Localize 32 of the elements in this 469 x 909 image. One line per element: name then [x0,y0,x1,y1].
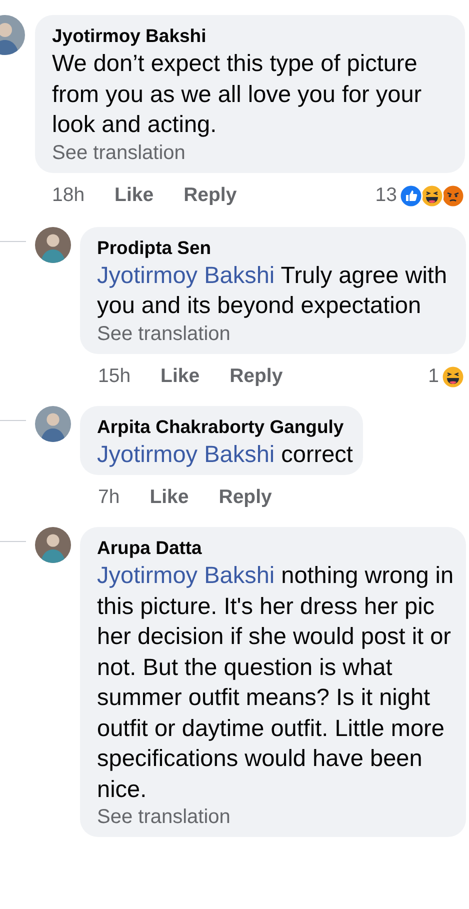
author-name[interactable]: Arpita Chakraborty Ganguly [97,414,353,438]
see-translation-link[interactable]: See translation [97,804,456,831]
comment-text: Jyotirmoy Bakshi Truly agree with you and its beyond expectation [97,260,448,320]
mention-link[interactable]: Jyotirmoy Bakshi [97,562,275,588]
author-name[interactable]: Arupa Datta [97,536,456,560]
timestamp: 15h [98,364,131,389]
comment-text: Jyotirmoy Bakshi correct [97,440,353,469]
like-button[interactable]: Like [114,180,154,210]
mention-link[interactable]: Jyotirmoy Bakshi [97,440,275,466]
avatar[interactable] [35,527,71,563]
like-button[interactable]: Like [150,483,189,513]
author-name[interactable]: Prodipta Sen [97,236,456,260]
mention-link[interactable]: Jyotirmoy Bakshi [97,262,275,288]
reply-button[interactable]: Reply [230,362,283,392]
avatar[interactable] [35,226,71,262]
thumbs-up-icon [399,184,423,208]
timestamp: 7h [98,485,120,510]
see-translation-link[interactable]: See translation [52,140,455,166]
like-button[interactable]: Like [160,362,200,392]
timestamp: 18h [52,182,85,208]
laughing-face-icon [441,364,465,388]
avatar[interactable] [35,406,71,442]
reaction-count[interactable]: 13 [375,180,397,210]
see-translation-link[interactable]: See translation [97,320,456,348]
reaction-count[interactable]: 1 [428,362,439,392]
comment-text: Jyotirmoy Bakshi nothing wrong in this picture. It's her dress her pic her decision if she would post it or not. But the question is what summer outfit means? Is it night outfit or daytime outfit. Little more specifications would have been nice. [97,561,455,804]
comment-text: We don’t expect this type of picture from you as we all love you for your look and acting. [52,49,423,139]
reply-button[interactable]: Reply [184,180,237,210]
reply-button[interactable]: Reply [218,483,272,513]
laughing-face-icon [420,184,444,208]
author-name[interactable]: Jyotirmoy Bakshi [52,24,455,48]
angry-face-icon [441,184,465,208]
